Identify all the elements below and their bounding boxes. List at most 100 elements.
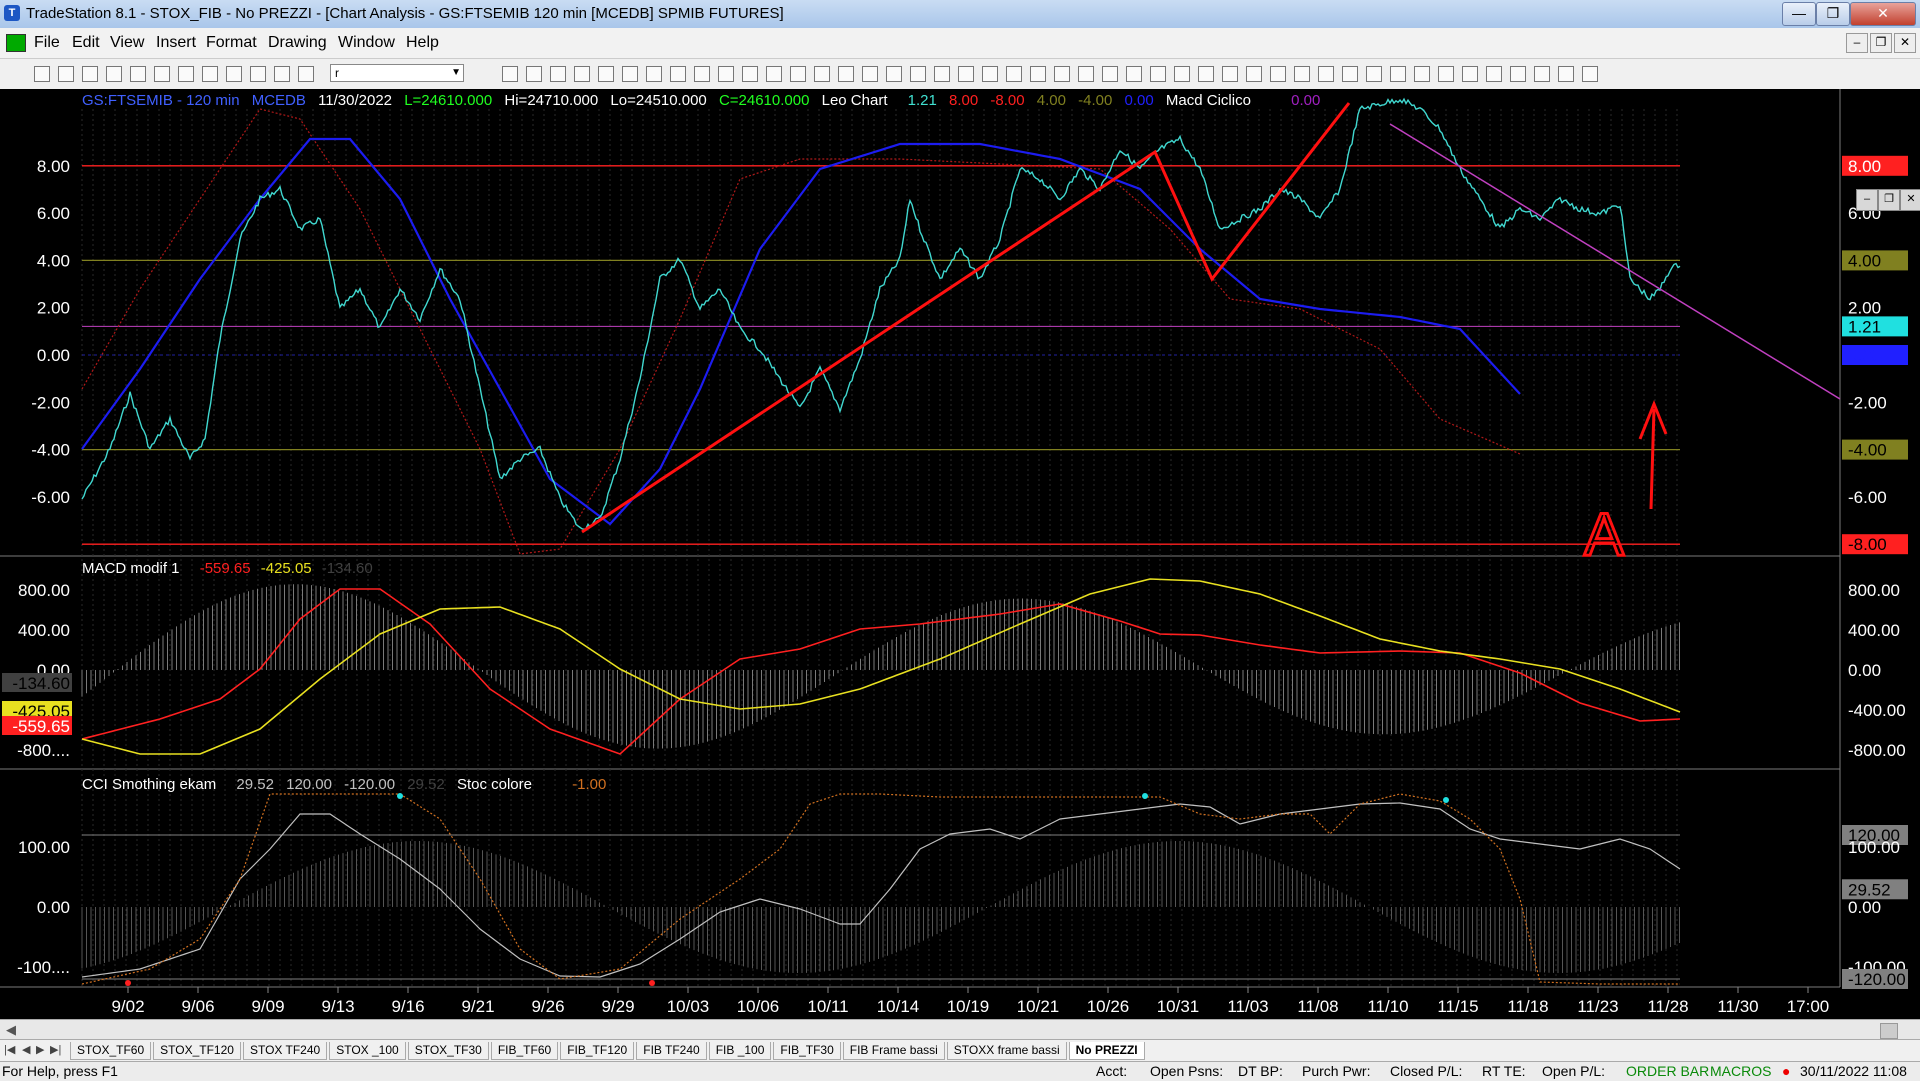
scroll-left-icon[interactable]: ◀ bbox=[6, 1022, 16, 1038]
toolbar-button-icon[interactable] bbox=[718, 66, 734, 82]
tab-stox-tf30[interactable]: STOX_TF30 bbox=[407, 1042, 489, 1060]
chart-area[interactable]: 8.00 6.00 4.00 2.00 0.00 -2.00 -4.00 -6.00 8.00 6… bbox=[0, 89, 1920, 1019]
toolbar-button-icon[interactable] bbox=[502, 66, 518, 82]
menu-view[interactable]: View bbox=[110, 34, 144, 52]
macros-button[interactable]: MACROS bbox=[1710, 1063, 1771, 1079]
toolbar-button-icon[interactable] bbox=[598, 66, 614, 82]
toolbar-button-icon[interactable] bbox=[274, 66, 290, 82]
toolbar-button-icon[interactable] bbox=[1198, 66, 1214, 82]
inner-minimize-button[interactable]: – bbox=[1856, 189, 1878, 211]
toolbar-button-icon[interactable] bbox=[910, 66, 926, 82]
menu-help[interactable]: Help bbox=[406, 34, 439, 52]
chart-window-icon[interactable] bbox=[6, 34, 26, 52]
tab-stox-100[interactable]: STOX _100 bbox=[329, 1042, 406, 1060]
toolbar-button-icon[interactable] bbox=[58, 66, 74, 82]
tab-no-prezzi[interactable]: No PREZZI bbox=[1068, 1042, 1145, 1060]
restore-button[interactable]: ❐ bbox=[1816, 2, 1850, 26]
toolbar-button-icon[interactable] bbox=[202, 66, 218, 82]
toolbar-button-icon[interactable] bbox=[766, 66, 782, 82]
toolbar-button-icon[interactable] bbox=[694, 66, 710, 82]
toolbar-button-icon[interactable] bbox=[1054, 66, 1070, 82]
toolbar-button-icon[interactable] bbox=[526, 66, 542, 82]
toolbar-button-icon[interactable] bbox=[178, 66, 194, 82]
tab-next-icon[interactable]: ▶ bbox=[36, 1043, 44, 1056]
scroll-thumb[interactable] bbox=[1880, 1023, 1898, 1039]
toolbar-button-icon[interactable] bbox=[958, 66, 974, 82]
toolbar-button-icon[interactable] bbox=[226, 66, 242, 82]
tab-last-icon[interactable]: ▶| bbox=[50, 1043, 61, 1056]
toolbar-button-icon[interactable] bbox=[1006, 66, 1022, 82]
toolbar-button-icon[interactable] bbox=[1366, 66, 1382, 82]
toolbar-button-icon[interactable] bbox=[1486, 66, 1502, 82]
toolbar-button-icon[interactable] bbox=[838, 66, 854, 82]
tab-fib-tf60[interactable]: FIB_TF60 bbox=[490, 1042, 559, 1060]
inner-restore-button[interactable]: ❐ bbox=[1878, 189, 1900, 211]
toolbar-button-icon[interactable] bbox=[1270, 66, 1286, 82]
toolbar-button-icon[interactable] bbox=[1294, 66, 1310, 82]
toolbar-button-icon[interactable] bbox=[1126, 66, 1142, 82]
toolbar-button-icon[interactable] bbox=[250, 66, 266, 82]
toolbar-button-icon[interactable] bbox=[1558, 66, 1574, 82]
toolbar-button-icon[interactable] bbox=[1102, 66, 1118, 82]
symbol-input[interactable]: r ▼ bbox=[330, 64, 464, 82]
toolbar-button-icon[interactable] bbox=[82, 66, 98, 82]
tab-fib-tf120[interactable]: FIB_TF120 bbox=[560, 1042, 635, 1060]
toolbar-button-icon[interactable] bbox=[1342, 66, 1358, 82]
toolbar-button-icon[interactable] bbox=[154, 66, 170, 82]
tab-stox-tf60[interactable]: STOX_TF60 bbox=[70, 1042, 152, 1060]
toolbar-button-icon[interactable] bbox=[862, 66, 878, 82]
toolbar-button-icon[interactable] bbox=[1030, 66, 1046, 82]
tab-stox-tf120[interactable]: STOX_TF120 bbox=[153, 1042, 241, 1060]
toolbar-button-icon[interactable] bbox=[646, 66, 662, 82]
toolbar-button-icon[interactable] bbox=[1582, 66, 1598, 82]
mdi-restore-button[interactable]: ❐ bbox=[1870, 33, 1892, 53]
menu-insert[interactable]: Insert bbox=[156, 34, 196, 52]
tab-stoxx-frame-bassi[interactable]: STOXX frame bassi bbox=[946, 1042, 1067, 1060]
tab-fib-tf240[interactable]: FIB TF240 bbox=[636, 1042, 707, 1060]
horizontal-scrollbar[interactable]: ◀ bbox=[0, 1019, 1920, 1040]
toolbar-button-icon[interactable] bbox=[574, 66, 590, 82]
toolbar-button-icon[interactable] bbox=[1246, 66, 1262, 82]
toolbar-button-icon[interactable] bbox=[1174, 66, 1190, 82]
toolbar-button-icon[interactable] bbox=[106, 66, 122, 82]
toolbar-button-icon[interactable] bbox=[742, 66, 758, 82]
toolbar-button-icon[interactable] bbox=[550, 66, 566, 82]
toolbar-button-icon[interactable] bbox=[622, 66, 638, 82]
menu-drawing[interactable]: Drawing bbox=[268, 34, 327, 52]
toolbar-button-icon[interactable] bbox=[130, 66, 146, 82]
tab-stox-tf240[interactable]: STOX TF240 bbox=[242, 1042, 328, 1060]
chevron-down-icon[interactable]: ▼ bbox=[451, 65, 461, 81]
toolbar-button-icon[interactable] bbox=[1438, 66, 1454, 82]
toolbar-button-icon[interactable] bbox=[1414, 66, 1430, 82]
tab-prev-icon[interactable]: ◀ bbox=[22, 1043, 30, 1056]
menu-edit[interactable]: Edit bbox=[72, 34, 100, 52]
tab-fib-frame-bassi[interactable]: FIB Frame bassi bbox=[842, 1042, 945, 1060]
toolbar-button-icon[interactable] bbox=[1462, 66, 1478, 82]
minimize-button[interactable]: — bbox=[1782, 2, 1816, 26]
menu-window[interactable]: Window bbox=[338, 34, 395, 52]
tab-first-icon[interactable]: |◀ bbox=[4, 1043, 15, 1056]
toolbar-button-icon[interactable] bbox=[1318, 66, 1334, 82]
toolbar-button-icon[interactable] bbox=[1222, 66, 1238, 82]
mdi-minimize-button[interactable]: – bbox=[1846, 33, 1868, 53]
mdi-close-button[interactable]: ✕ bbox=[1894, 33, 1916, 53]
chart-svg[interactable]: 8.006.004.002.000.00-2.00-4.00-6.008.006… bbox=[0, 89, 1920, 1019]
inner-close-button[interactable]: ✕ bbox=[1900, 189, 1920, 211]
toolbar-button-icon[interactable] bbox=[1150, 66, 1166, 82]
order-bar-button[interactable]: ORDER BAR bbox=[1626, 1063, 1709, 1079]
toolbar-button-icon[interactable] bbox=[1534, 66, 1550, 82]
toolbar-button-icon[interactable] bbox=[1510, 66, 1526, 82]
tab-fib-tf30[interactable]: FIB_TF30 bbox=[773, 1042, 841, 1060]
toolbar-button-icon[interactable] bbox=[814, 66, 830, 82]
toolbar-button-icon[interactable] bbox=[982, 66, 998, 82]
toolbar-button-icon[interactable] bbox=[886, 66, 902, 82]
tab-fib-100[interactable]: FIB _100 bbox=[708, 1042, 772, 1060]
toolbar-button-icon[interactable] bbox=[790, 66, 806, 82]
toolbar-button-icon[interactable] bbox=[298, 66, 314, 82]
close-button[interactable]: ✕ bbox=[1850, 2, 1916, 26]
menu-format[interactable]: Format bbox=[206, 34, 257, 52]
toolbar-button-icon[interactable] bbox=[34, 66, 50, 82]
toolbar-button-icon[interactable] bbox=[934, 66, 950, 82]
toolbar-button-icon[interactable] bbox=[1390, 66, 1406, 82]
menu-file[interactable]: File bbox=[34, 34, 60, 52]
